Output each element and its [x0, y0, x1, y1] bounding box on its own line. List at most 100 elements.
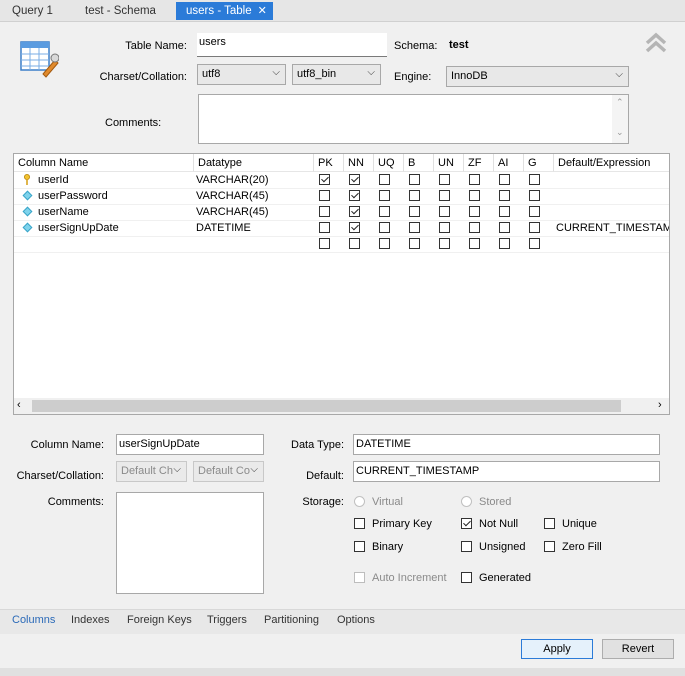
cell-pk-checkbox[interactable]	[319, 238, 330, 249]
cell-ai-checkbox[interactable]	[499, 238, 510, 249]
table-row[interactable]: userName VARCHAR(45)	[14, 204, 669, 221]
column-comments-textarea[interactable]	[116, 492, 264, 594]
tab-triggers[interactable]: Triggers	[207, 614, 247, 630]
unique-checkbox[interactable]	[544, 518, 555, 529]
cell-uq-checkbox[interactable]	[379, 174, 390, 185]
col-header-datatype[interactable]: Datatype	[194, 154, 314, 172]
binary-checkbox[interactable]	[354, 541, 365, 552]
cell-pk-checkbox[interactable]	[319, 206, 330, 217]
cell-default[interactable]: CURRENT_TIMESTAMP	[556, 220, 669, 236]
cell-datatype[interactable]: DATETIME	[196, 220, 251, 236]
cell-nn-checkbox[interactable]	[349, 222, 360, 233]
cell-un-checkbox[interactable]	[439, 222, 450, 233]
col-header-ai[interactable]: AI	[494, 154, 524, 172]
tab-foreign-keys[interactable]: Foreign Keys	[127, 614, 192, 630]
tab-test-schema[interactable]: test - Schema	[75, 2, 166, 20]
unsigned-checkbox[interactable]	[461, 541, 472, 552]
stored-radio[interactable]	[461, 496, 472, 507]
primary-key-checkbox[interactable]	[354, 518, 365, 529]
table-row[interactable]: userPassword VARCHAR(45)	[14, 188, 669, 205]
column-charset-select[interactable]: Default Ch ⌵	[116, 461, 187, 482]
collapse-chevron-icon[interactable]	[644, 32, 668, 54]
columns-grid[interactable]: Column Name Datatype PK NN UQ B UN ZF AI…	[13, 153, 670, 415]
cell-b-checkbox[interactable]	[409, 238, 420, 249]
cell-uq-checkbox[interactable]	[379, 222, 390, 233]
cell-b-checkbox[interactable]	[409, 222, 420, 233]
col-header-pk[interactable]: PK	[314, 154, 344, 172]
cell-g-checkbox[interactable]	[529, 190, 540, 201]
cell-column-name[interactable]: userName	[38, 204, 89, 220]
cell-uq-checkbox[interactable]	[379, 206, 390, 217]
auto-increment-checkbox[interactable]	[354, 572, 365, 583]
virtual-radio[interactable]	[354, 496, 365, 507]
cell-zf-checkbox[interactable]	[469, 174, 480, 185]
table-name-input[interactable]: users	[197, 33, 387, 57]
cell-datatype[interactable]: VARCHAR(45)	[196, 188, 269, 204]
cell-un-checkbox[interactable]	[439, 206, 450, 217]
cell-g-checkbox[interactable]	[529, 222, 540, 233]
cell-un-checkbox[interactable]	[439, 238, 450, 249]
tab-options[interactable]: Options	[337, 614, 375, 630]
col-header-default[interactable]: Default/Expression	[554, 154, 669, 172]
cell-ai-checkbox[interactable]	[499, 190, 510, 201]
cell-column-name[interactable]: userPassword	[38, 188, 108, 204]
cell-zf-checkbox[interactable]	[469, 190, 480, 201]
cell-uq-checkbox[interactable]	[379, 190, 390, 201]
cell-nn-checkbox[interactable]	[349, 190, 360, 201]
col-header-zf[interactable]: ZF	[464, 154, 494, 172]
col-header-name[interactable]: Column Name	[14, 154, 194, 172]
scroll-left-icon[interactable]: ‹	[17, 399, 21, 411]
cell-b-checkbox[interactable]	[409, 206, 420, 217]
cell-pk-checkbox[interactable]	[319, 174, 330, 185]
scrollbar-thumb[interactable]	[32, 400, 621, 412]
table-comments-textarea[interactable]: ⌃ ⌄	[198, 94, 629, 144]
scroll-up-icon[interactable]: ⌃	[616, 97, 624, 108]
table-row[interactable]: userId VARCHAR(20)	[14, 172, 669, 189]
cell-nn-checkbox[interactable]	[349, 174, 360, 185]
tab-indexes[interactable]: Indexes	[71, 614, 110, 630]
zero-fill-checkbox[interactable]	[544, 541, 555, 552]
comments-scrollbar[interactable]: ⌃ ⌄	[612, 95, 628, 143]
cell-datatype[interactable]: VARCHAR(45)	[196, 204, 269, 220]
column-name-input[interactable]: userSignUpDate	[116, 434, 264, 455]
cell-g-checkbox[interactable]	[529, 238, 540, 249]
scroll-right-icon[interactable]: ›	[658, 399, 662, 411]
cell-zf-checkbox[interactable]	[469, 206, 480, 217]
cell-b-checkbox[interactable]	[409, 174, 420, 185]
tab-users-table[interactable]: users - Table ✕	[176, 2, 273, 20]
cell-b-checkbox[interactable]	[409, 190, 420, 201]
tab-columns[interactable]: Columns	[12, 614, 55, 630]
cell-pk-checkbox[interactable]	[319, 190, 330, 201]
cell-g-checkbox[interactable]	[529, 206, 540, 217]
cell-un-checkbox[interactable]	[439, 174, 450, 185]
close-tab-icon[interactable]: ✕	[258, 5, 267, 17]
grid-horizontal-scrollbar[interactable]: ‹ ›	[14, 398, 669, 414]
cell-ai-checkbox[interactable]	[499, 222, 510, 233]
cell-un-checkbox[interactable]	[439, 190, 450, 201]
collation-select[interactable]: utf8_bin ⌵	[292, 64, 381, 85]
charset-select[interactable]: utf8 ⌵	[197, 64, 286, 85]
col-header-uq[interactable]: UQ	[374, 154, 404, 172]
column-collation-select[interactable]: Default Co ⌵	[193, 461, 264, 482]
cell-nn-checkbox[interactable]	[349, 238, 360, 249]
data-type-input[interactable]: DATETIME	[353, 434, 660, 455]
cell-ai-checkbox[interactable]	[499, 206, 510, 217]
cell-zf-checkbox[interactable]	[469, 222, 480, 233]
cell-datatype[interactable]: VARCHAR(20)	[196, 172, 269, 188]
engine-select[interactable]: InnoDB ⌵	[446, 66, 629, 87]
tab-partitioning[interactable]: Partitioning	[264, 614, 319, 630]
cell-zf-checkbox[interactable]	[469, 238, 480, 249]
col-header-g[interactable]: G	[524, 154, 554, 172]
not-null-checkbox[interactable]	[461, 518, 472, 529]
generated-checkbox[interactable]	[461, 572, 472, 583]
table-row[interactable]: userSignUpDate DATETIME CURRENT_TIMESTAMP	[14, 220, 669, 237]
cell-ai-checkbox[interactable]	[499, 174, 510, 185]
col-header-b[interactable]: B	[404, 154, 434, 172]
cell-uq-checkbox[interactable]	[379, 238, 390, 249]
table-row-new[interactable]	[14, 236, 669, 253]
cell-pk-checkbox[interactable]	[319, 222, 330, 233]
col-header-nn[interactable]: NN	[344, 154, 374, 172]
apply-button[interactable]: Apply	[521, 639, 593, 659]
tab-query-1[interactable]: Query 1	[2, 2, 63, 20]
revert-button[interactable]: Revert	[602, 639, 674, 659]
